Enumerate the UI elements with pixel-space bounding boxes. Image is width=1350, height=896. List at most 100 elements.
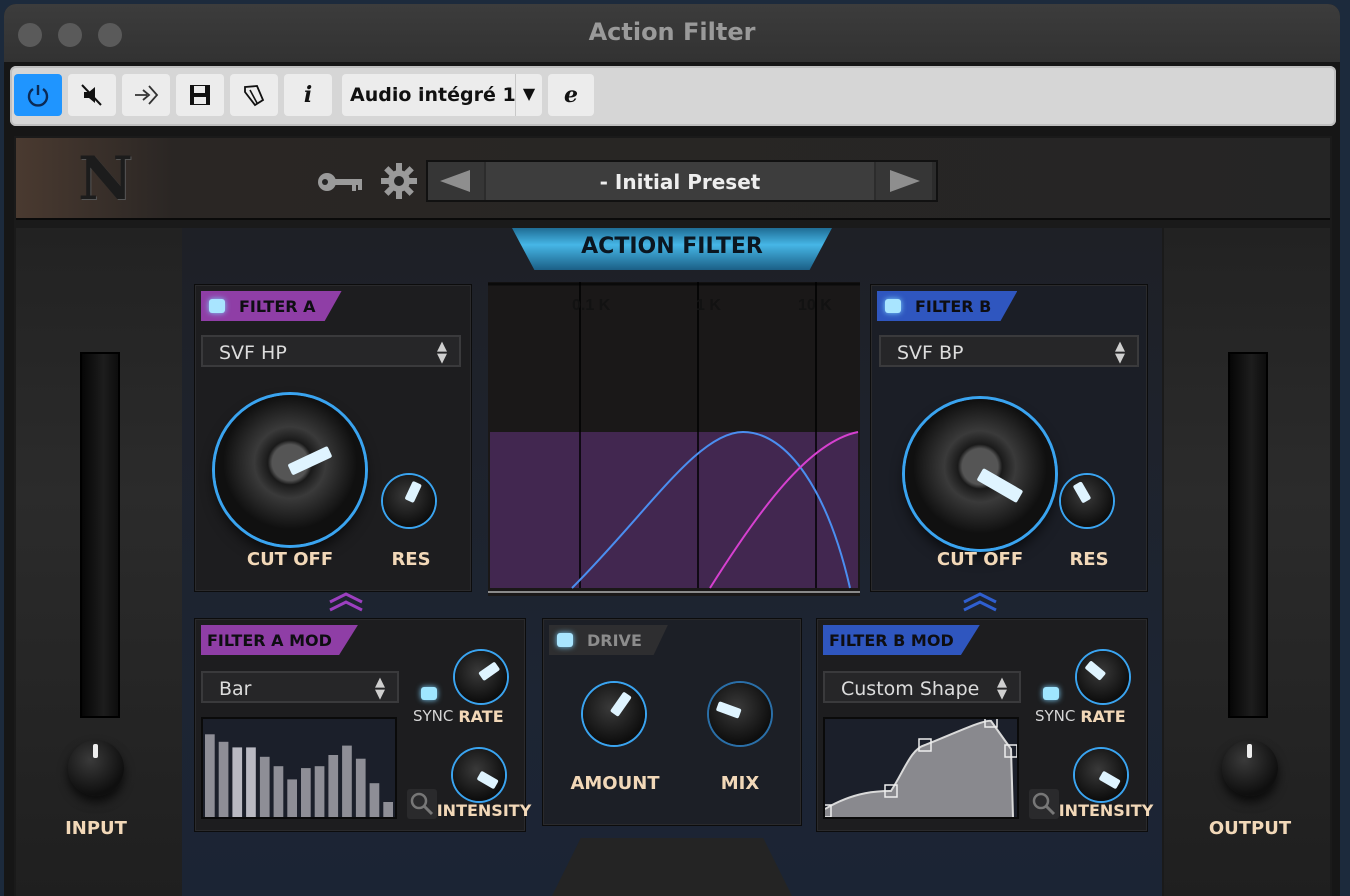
- freq-label-10k: 10 K: [798, 297, 832, 314]
- mod-bar[interactable]: [218, 741, 229, 817]
- save-button[interactable]: [176, 74, 224, 116]
- filter-a-type-select[interactable]: SVF HP ▲ ▼: [201, 335, 461, 367]
- output-meter: [1228, 352, 1268, 718]
- chevron-up-icon[interactable]: [328, 592, 364, 612]
- arrow-route-icon: [135, 85, 159, 105]
- mute-button[interactable]: [68, 74, 116, 116]
- mod-bar[interactable]: [246, 747, 256, 817]
- filter-a-toggle[interactable]: FILTER A: [201, 291, 342, 321]
- filter-b-intensity-knob[interactable]: [1075, 749, 1127, 801]
- filter-a-rate-label: RATE: [458, 707, 504, 726]
- filter-b-zoom-button[interactable]: [1029, 789, 1059, 819]
- magnifier-icon: [410, 792, 434, 816]
- plugin-ui: N - Initial Preset INPUT OUTPUT ACTION F…: [14, 136, 1332, 896]
- filter-b-rate-knob[interactable]: [1077, 651, 1129, 703]
- filter-b-type-select[interactable]: SVF BP ▲ ▼: [879, 335, 1139, 367]
- tag-icon: [244, 85, 265, 107]
- gear-icon[interactable]: [380, 162, 418, 200]
- filter-b-cutoff-knob[interactable]: [905, 399, 1055, 549]
- drive-led: [557, 633, 573, 647]
- filter-a-mod-shape-select[interactable]: Bar ▲ ▼: [201, 671, 399, 703]
- filter-a-res-label: RES: [391, 549, 431, 570]
- filter-b-mod-tab[interactable]: FILTER B MOD: [823, 625, 980, 655]
- filter-a-res-knob[interactable]: [383, 475, 435, 527]
- freq-label-100: 0.1 K: [572, 297, 611, 314]
- plugin-window: Action Filter i Audio intégré 1 ▼ e N - …: [4, 4, 1340, 896]
- mod-bar[interactable]: [328, 755, 339, 817]
- mod-bar[interactable]: [273, 766, 284, 817]
- window-title: Action Filter: [588, 18, 756, 46]
- drive-amount-knob[interactable]: [583, 683, 645, 745]
- filter-a-cutoff-label: CUT OFF: [246, 549, 334, 570]
- filter-b-mod-label: FILTER B MOD: [829, 630, 954, 650]
- bottom-tab: [552, 838, 792, 896]
- power-button[interactable]: [14, 74, 62, 116]
- next-preset-button[interactable]: [876, 162, 932, 200]
- magnifier-icon: [1032, 792, 1056, 816]
- filter-a-cutoff-knob[interactable]: [215, 395, 365, 545]
- filter-b-label: FILTER B: [915, 296, 992, 316]
- preset-name[interactable]: - Initial Preset: [486, 162, 874, 200]
- filter-b-res-label: RES: [1069, 549, 1109, 570]
- audio-input-select[interactable]: Audio intégré 1 ▼: [342, 74, 542, 116]
- knob-indicator: [478, 661, 501, 682]
- filter-b-rate-label: RATE: [1080, 707, 1126, 726]
- info-button[interactable]: i: [284, 74, 332, 116]
- plugin-title: ACTION FILTER: [581, 234, 763, 259]
- filter-a-label: FILTER A: [239, 296, 316, 316]
- plugin-topbar: N - Initial Preset: [16, 138, 1330, 220]
- chevron-down-icon[interactable]: ▼: [515, 74, 542, 116]
- filter-a-intensity-knob[interactable]: [453, 749, 505, 801]
- prev-preset-button[interactable]: [428, 162, 484, 200]
- mod-bar[interactable]: [259, 756, 270, 817]
- mod-bar[interactable]: [355, 758, 366, 817]
- mod-bar[interactable]: [383, 802, 393, 817]
- mod-bar[interactable]: [205, 734, 215, 817]
- filter-b-sync-led[interactable]: [1043, 687, 1059, 700]
- edit-button[interactable]: e: [548, 74, 594, 116]
- filter-b-type-value: SVF BP: [897, 342, 964, 364]
- filter-a-zoom-button[interactable]: [407, 789, 437, 819]
- filter-a-mod-tab[interactable]: FILTER A MOD: [201, 625, 358, 655]
- filter-b-mod-shape-select[interactable]: Custom Shape ▲ ▼: [823, 671, 1021, 703]
- knob-indicator: [1072, 481, 1092, 504]
- knob-indicator: [287, 445, 333, 476]
- audio-input-value: Audio intégré 1: [350, 84, 516, 106]
- route-button[interactable]: [122, 74, 170, 116]
- mod-bar[interactable]: [232, 747, 243, 817]
- chevron-up-icon[interactable]: [962, 592, 998, 612]
- input-knob[interactable]: [68, 740, 124, 796]
- key-icon[interactable]: [316, 168, 364, 196]
- filter-a-intensity-label: INTENSITY: [436, 801, 532, 820]
- filter-b-toggle[interactable]: FILTER B: [877, 291, 1018, 321]
- tag-button[interactable]: [230, 74, 278, 116]
- drive-mix-label: MIX: [720, 773, 760, 794]
- filter-response-graph[interactable]: 0.1 K 1 K 10 K: [488, 282, 860, 596]
- output-label: OUTPUT: [1208, 818, 1292, 839]
- save-icon: [190, 85, 210, 105]
- drive-toggle[interactable]: DRIVE: [549, 625, 668, 655]
- mod-bar[interactable]: [301, 768, 311, 817]
- drive-amount-label: AMOUNT: [570, 773, 660, 794]
- power-icon: [27, 85, 49, 107]
- freq-label-1k: 1 K: [696, 297, 721, 314]
- mod-bar[interactable]: [287, 779, 297, 817]
- mod-bar[interactable]: [369, 783, 380, 817]
- filter-b-res-knob[interactable]: [1061, 475, 1113, 527]
- drive-label: DRIVE: [587, 630, 642, 650]
- filter-a-mod-label: FILTER A MOD: [207, 630, 332, 650]
- output-knob[interactable]: [1222, 740, 1278, 796]
- mod-bar[interactable]: [314, 766, 325, 817]
- mod-bar[interactable]: [342, 745, 352, 817]
- preset-selector: - Initial Preset: [426, 160, 938, 202]
- host-toolbar: i Audio intégré 1 ▼ e: [10, 66, 1336, 126]
- drive-mix-knob[interactable]: [709, 683, 771, 745]
- brand-logo: N: [78, 144, 133, 214]
- input-meter: [80, 352, 120, 718]
- filter-a-sync-led[interactable]: [421, 687, 437, 700]
- filter-a-mod-bar-editor[interactable]: [201, 717, 397, 819]
- filter-a-rate-knob[interactable]: [455, 651, 507, 703]
- stepper-arrows-icon: ▲ ▼: [437, 339, 447, 366]
- knob-indicator: [976, 467, 1024, 504]
- filter-b-mod-shape-editor[interactable]: [823, 717, 1019, 819]
